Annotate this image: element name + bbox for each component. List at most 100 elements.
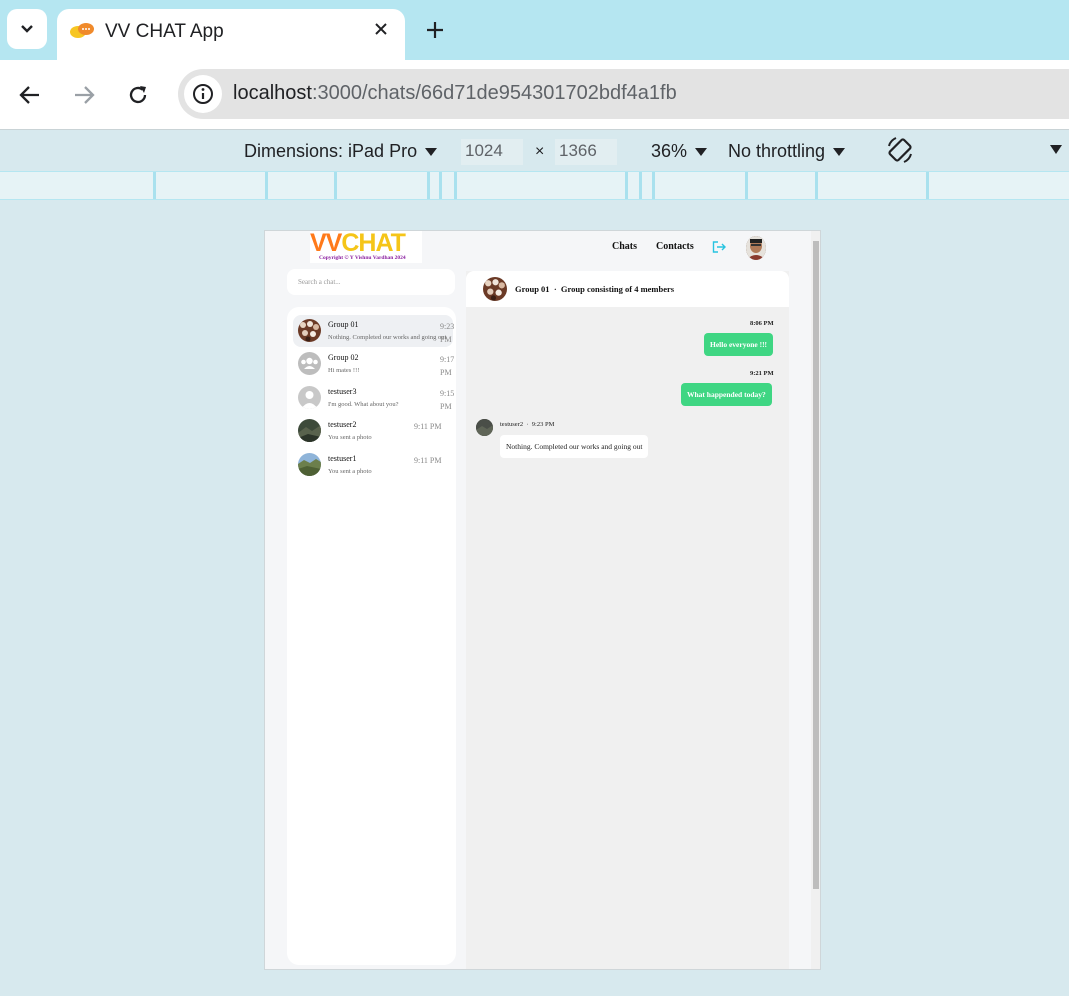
group-default-icon <box>298 352 321 375</box>
message-time: 8:06 PM <box>750 320 774 327</box>
search-chat-input[interactable]: Search a chat... <box>287 269 455 295</box>
incoming-message[interactable]: Nothing. Completed our works and going o… <box>500 435 649 458</box>
new-tab-button[interactable] <box>422 17 448 43</box>
title-separator: · <box>553 284 557 294</box>
outgoing-message[interactable]: Hello everyone !!! <box>704 333 774 356</box>
media-query-marker[interactable] <box>926 172 929 199</box>
group-description: Group consisting of 4 members <box>560 284 675 294</box>
chat-item-testuser2[interactable]: testuser2 You sent a photo 9:11 PM <box>293 415 453 447</box>
close-tab-button[interactable] <box>371 19 391 39</box>
media-query-marker[interactable] <box>815 172 818 199</box>
chat-time-value: 9:17 <box>440 355 455 364</box>
tab-search-button[interactable] <box>7 9 47 49</box>
conversation-header[interactable]: Group 01 · Group consisting of 4 members <box>466 271 789 307</box>
logo-wordmark: VVCHAT <box>310 230 406 258</box>
media-query-marker[interactable] <box>153 172 156 199</box>
close-icon <box>375 23 387 35</box>
throttling-label: No throttling <box>728 141 826 161</box>
throttling-select[interactable]: No throttling <box>728 141 846 162</box>
outgoing-message[interactable]: What happended today? <box>681 383 772 406</box>
logo-copyright: Copyright © Y Vishnu Vardhan 2024 <box>319 255 406 261</box>
nav-contacts-link[interactable]: Contacts <box>656 241 694 252</box>
chat-bubbles-icon <box>70 23 94 38</box>
chat-preview: You sent a photo <box>328 468 372 475</box>
nav-chats-link[interactable]: Chats <box>612 241 637 252</box>
url-text: localhost:3000/chats/66d71de954301702bdf… <box>233 82 677 105</box>
site-info-button[interactable] <box>184 75 222 113</box>
chat-time-value: 9:23 <box>440 322 455 331</box>
chat-name: Group 01 <box>328 320 359 329</box>
sender-avatar <box>476 419 493 436</box>
user-default-icon <box>298 386 321 409</box>
tab-title: VV CHAT App <box>105 21 224 42</box>
user-avatar-photo <box>298 453 321 476</box>
height-input[interactable]: 1366 <box>555 139 617 165</box>
media-query-marker[interactable] <box>639 172 642 199</box>
caret-down-icon <box>833 148 846 157</box>
chat-time: 9:11 PM <box>414 456 442 465</box>
chat-item-testuser3[interactable]: testuser3 I'm good. What about you? 9:15… <box>293 382 455 414</box>
scrollbar-thumb[interactable] <box>813 241 819 889</box>
address-bar[interactable]: localhost:3000/chats/66d71de954301702bdf… <box>178 69 1069 119</box>
chat-preview: You sent a photo <box>328 434 372 441</box>
sender-name: testuser2 <box>500 421 524 428</box>
user-avatar[interactable] <box>746 236 766 260</box>
chat-time: 9:11 PM <box>414 422 442 431</box>
chat-time-value: 9:15 <box>440 389 455 398</box>
message-meta: testuser2 · 9:23 PM <box>500 421 554 428</box>
logo-vv: VV <box>310 230 342 257</box>
more-options-icon[interactable] <box>1050 145 1062 154</box>
chat-list: Group 01 Nothing. Completed our works an… <box>287 307 456 965</box>
rotate-icon[interactable] <box>885 135 915 165</box>
chevron-down-icon <box>21 25 33 33</box>
chat-item-testuser1[interactable]: testuser1 You sent a photo 9:11 PM <box>293 449 453 481</box>
logout-icon[interactable] <box>712 241 726 253</box>
media-query-marker[interactable] <box>454 172 457 199</box>
chat-name: testuser1 <box>328 454 357 463</box>
dimension-times: × <box>535 143 545 160</box>
reload-icon <box>129 86 147 104</box>
zoom-select[interactable]: 36% <box>651 141 708 162</box>
app-logo[interactable]: VVCHAT Copyright © Y Vishnu Vardhan 2024 <box>310 231 422 263</box>
group-avatar <box>483 277 507 301</box>
browser-tab-active[interactable]: VV CHAT App <box>57 9 405 60</box>
media-query-marker[interactable] <box>334 172 337 199</box>
media-query-marker[interactable] <box>652 172 655 199</box>
chat-preview: I'm good. What about you? <box>328 401 399 408</box>
chat-time-period: PM <box>440 402 452 411</box>
landscape-photo-icon <box>298 453 321 476</box>
group-photo-icon <box>483 277 507 301</box>
url-host: localhost <box>233 82 312 104</box>
chat-item-group-01[interactable]: Group 01 Nothing. Completed our works an… <box>293 315 454 347</box>
device-select[interactable]: Dimensions: iPad Pro <box>244 141 438 162</box>
emulated-device-screen: VVCHAT Copyright © Y Vishnu Vardhan 2024… <box>264 230 821 970</box>
media-query-marker[interactable] <box>745 172 748 199</box>
info-icon <box>193 84 213 104</box>
media-query-marker[interactable] <box>265 172 268 199</box>
arrow-left-icon <box>19 86 39 104</box>
chat-time: 9:17 PM <box>440 353 454 379</box>
width-input[interactable]: 1024 <box>461 139 523 165</box>
group-avatar <box>298 319 321 342</box>
chat-time: 9:23 PM <box>440 320 454 346</box>
reload-button[interactable] <box>123 80 153 110</box>
media-query-marker[interactable] <box>439 172 442 199</box>
landscape-photo-icon <box>298 419 321 442</box>
profile-photo-icon <box>746 236 766 260</box>
plus-icon <box>427 22 443 38</box>
chat-name: Group 02 <box>328 353 359 362</box>
media-query-marker[interactable] <box>625 172 628 199</box>
chat-time-period: PM <box>440 368 452 377</box>
media-query-marker[interactable] <box>427 172 430 199</box>
back-button[interactable] <box>15 80 45 110</box>
logo-chat: CHAT <box>341 230 406 257</box>
browser-toolbar: localhost:3000/chats/66d71de954301702bdf… <box>0 60 1069 130</box>
device-scrollbar[interactable] <box>811 231 820 969</box>
media-query-bar <box>0 171 1069 200</box>
chat-item-group-02[interactable]: Group 02 Hi mates !!! 9:17 PM <box>293 348 454 380</box>
meta-separator: · <box>526 421 529 428</box>
forward-button[interactable] <box>69 80 99 110</box>
group-photo-icon <box>298 319 321 342</box>
device-select-label: Dimensions: iPad Pro <box>244 141 418 161</box>
conversation-title: Group 01 · Group consisting of 4 members <box>515 284 674 294</box>
